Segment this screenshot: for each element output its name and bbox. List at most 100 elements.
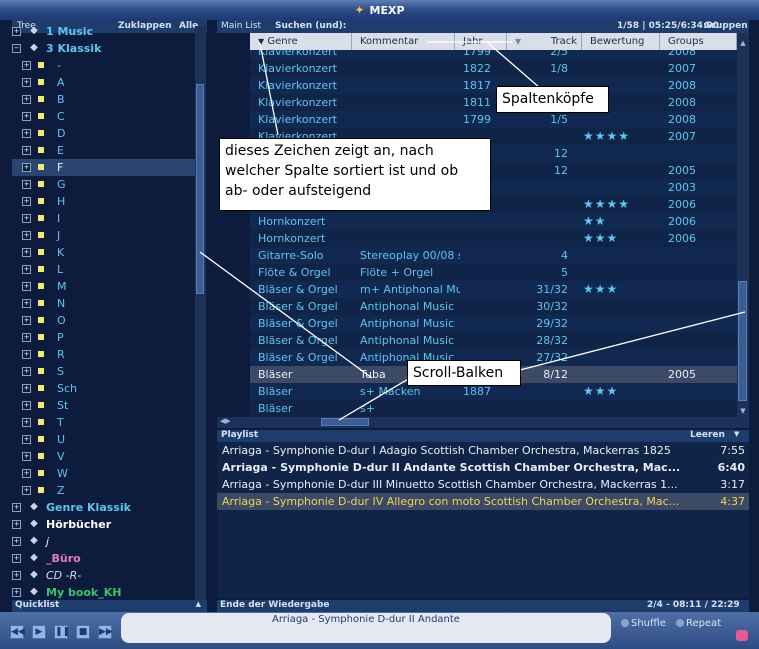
tree-item[interactable]: + Z [12,482,195,499]
expand-icon[interactable]: + [22,78,31,87]
expand-icon[interactable]: + [22,418,31,427]
expand-icon[interactable]: + [12,554,21,563]
table-row[interactable]: Klavierkonzert 1811 2008 [250,94,737,111]
tree-item[interactable]: − ◆ 3 Klassik [12,40,195,57]
tree-item[interactable]: + ◆ My book_KH [12,584,195,600]
tree-item[interactable]: + D [12,125,195,142]
expand-icon[interactable]: + [22,146,31,155]
tree-item[interactable]: + C [12,108,195,125]
expand-icon[interactable]: + [22,197,31,206]
playlist-item[interactable]: Arriaga - Symphonie D-dur I Adagio Scott… [217,442,749,459]
shuffle-toggle[interactable]: Shuffle [621,618,666,629]
tree-item[interactable]: + ◆ Hörbücher [12,516,195,533]
expand-icon[interactable]: + [22,316,31,325]
tree-item[interactable]: + E [12,142,195,159]
column-genre[interactable]: ▼ Genre [250,33,352,50]
playlist-item[interactable]: Arriaga - Symphonie D-dur II Andante Sco… [217,459,749,476]
table-row[interactable]: Bläser & Orgel Antiphonal Music 28/32 [250,332,737,349]
table-row[interactable]: Hornkonzert ★★★ 2006 [250,230,737,247]
expand-icon[interactable]: + [12,27,21,36]
volume-icon[interactable] [736,630,748,641]
tree-item[interactable]: + St [12,397,195,414]
table-row[interactable]: Bläser & Orgel Antiphonal Music 29/32 [250,315,737,332]
expand-icon[interactable]: + [22,384,31,393]
playlist[interactable]: Arriaga - Symphonie D-dur I Adagio Scott… [217,442,749,598]
tree-item[interactable]: + S [12,363,195,380]
expand-icon[interactable]: + [12,503,21,512]
expand-icon[interactable]: + [22,486,31,495]
expand-icon[interactable]: + [22,401,31,410]
expand-icon[interactable]: + [22,299,31,308]
table-row[interactable]: Klavierkonzert 1822 1/8 2007 [250,60,737,77]
next-icon[interactable]: ▶▶ [98,625,113,639]
search-label[interactable]: Suchen (und): [275,21,346,31]
list-vertical-scrollbar[interactable]: ▲ ▼ [737,33,749,417]
tree-item[interactable]: + B [12,91,195,108]
expand-icon[interactable]: + [22,214,31,223]
expand-icon[interactable]: + [22,180,31,189]
tree-item[interactable]: + R [12,346,195,363]
tree-item[interactable]: + T [12,414,195,431]
expand-icon[interactable]: + [22,61,31,70]
playlist-item[interactable]: Arriaga - Symphonie D-dur IV Allegro con… [217,493,749,510]
tree-item[interactable]: + H [12,193,195,210]
expand-icon[interactable]: + [22,333,31,342]
table-row[interactable]: Gitarre-Solo Stereoplay 00/08 s++ 4 [250,247,737,264]
expand-icon[interactable]: + [22,112,31,121]
table-row[interactable]: Hornkonzert ★★ 2006 [250,213,737,230]
expand-icon[interactable]: + [22,163,31,172]
tree-item[interactable]: + N [12,295,195,312]
stop-icon[interactable]: ■ [76,625,90,639]
tree-item[interactable]: + O [12,312,195,329]
expand-icon[interactable]: + [22,469,31,478]
tree-item[interactable]: + F [12,159,195,176]
groups-button[interactable]: Gruppen [704,21,748,31]
tree-item[interactable]: + V [12,448,195,465]
column-rating[interactable]: Bewertung [582,33,660,50]
expand-icon[interactable]: + [22,265,31,274]
tree-item[interactable]: + I [12,210,195,227]
tree-item[interactable]: + A [12,74,195,91]
scroll-up-icon[interactable]: ▲ [737,37,749,49]
tree-item[interactable]: + Sch [12,380,195,397]
list-horizontal-scrollbar-thumb[interactable] [321,418,369,426]
table-row[interactable]: Bläser s+ [250,400,737,417]
tree-item[interactable]: + ◆ Genre Klassik [12,499,195,516]
tree-view[interactable]: + ◆ 1 Music − ◆ 3 Klassik + - + A + B + C + D + E + F + G + H + I… [12,26,195,600]
tree-item[interactable]: + M [12,278,195,295]
tree-item[interactable]: + ◆ _Büro [12,550,195,567]
pause-icon[interactable]: ❚❚ [54,625,70,639]
column-year[interactable]: Jahr [455,33,507,50]
table-row[interactable]: Bläser & Orgel Antiphonal Music 30/32 [250,298,737,315]
table-row[interactable]: Bläser & Orgel m+ Antiphonal Music 31/32 ★★… [250,281,737,298]
tree-item[interactable]: + P [12,329,195,346]
list-vertical-scrollbar-thumb[interactable] [738,281,747,401]
expand-icon[interactable]: + [22,231,31,240]
previous-icon[interactable]: ◀◀ [10,625,25,639]
repeat-toggle[interactable]: Repeat [676,618,721,629]
playlist-item[interactable]: Arriaga - Symphonie D-dur III Minuetto S… [217,476,749,493]
expand-icon[interactable]: + [12,588,21,597]
tree-item[interactable]: + ◆ CD -R- [12,567,195,584]
expand-icon[interactable]: + [22,367,31,376]
scroll-left-icon[interactable]: ◀▶ [220,417,231,425]
clear-playlist-button[interactable]: Leeren [690,430,725,440]
tree-scrollbar-thumb[interactable] [196,84,204,294]
table-row[interactable]: Flöte & Orgel Flöte + Orgel 5 [250,264,737,281]
tree-item[interactable]: + L [12,261,195,278]
expand-icon[interactable]: + [12,571,21,580]
list-horizontal-scrollbar[interactable]: ◀▶ [217,417,749,428]
tree-item[interactable]: + J [12,227,195,244]
play-icon[interactable]: ▶ [32,625,46,639]
tree-item[interactable]: + U [12,431,195,448]
expand-icon[interactable]: + [22,129,31,138]
table-row[interactable]: Klavierkonzert 1799 2/5 2008 [250,50,737,60]
column-comment[interactable]: Kommentar [352,33,455,50]
expand-icon[interactable]: + [22,248,31,257]
chevron-up-icon[interactable]: ▲ [196,600,201,608]
tree-item[interactable]: + ◆ j [12,533,195,550]
table-row[interactable]: Klavierkonzert 1799 1/5 2008 [250,111,737,128]
chevron-down-icon[interactable]: ▼ [734,430,739,438]
tree-item[interactable]: + ◆ 1 Music [12,26,195,40]
expand-icon[interactable]: + [22,95,31,104]
